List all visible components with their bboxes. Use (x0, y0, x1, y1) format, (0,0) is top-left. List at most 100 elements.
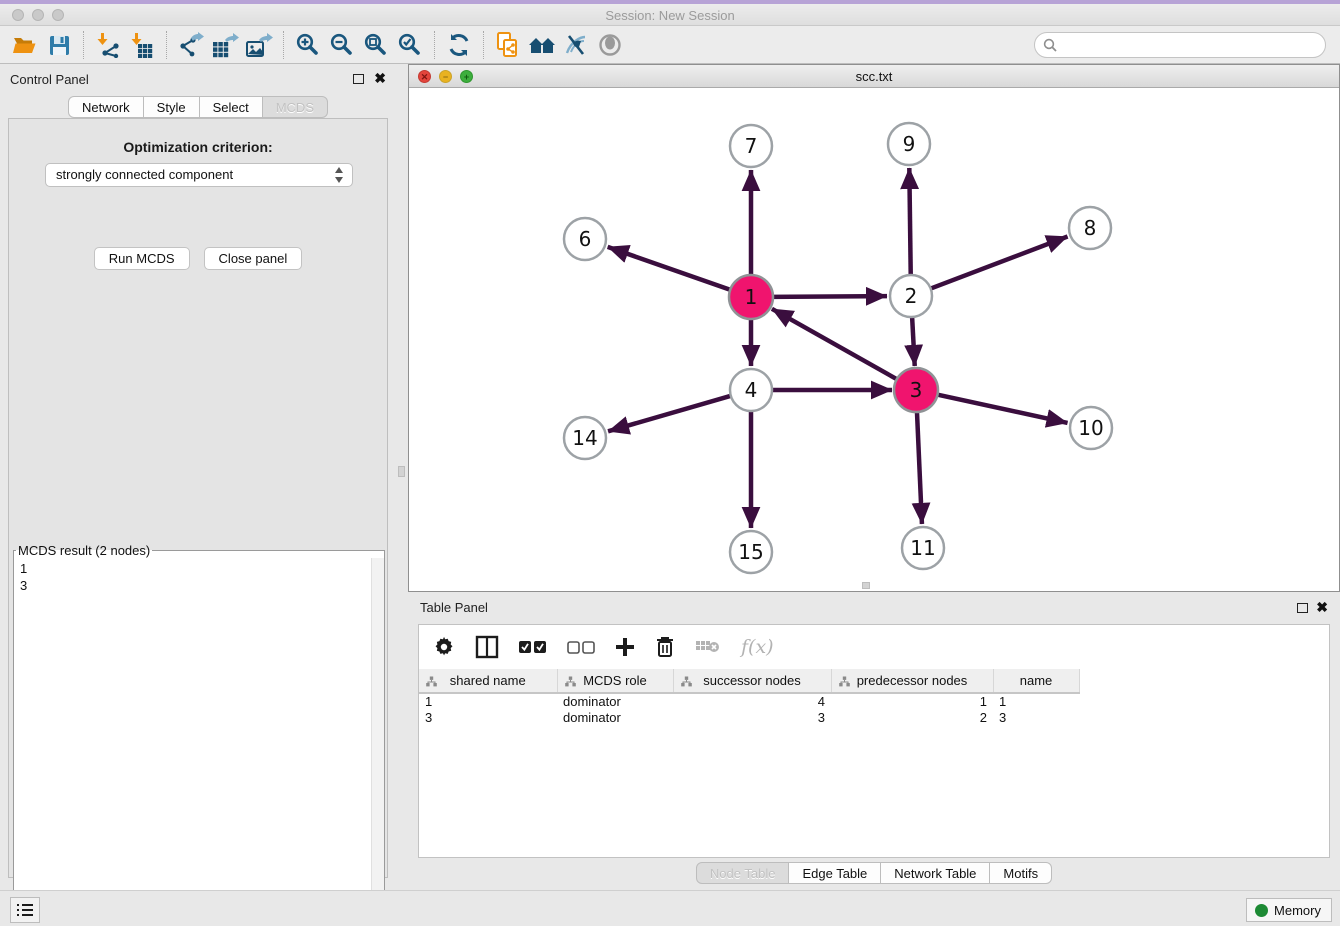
window-titlebar: Session: New Session (0, 4, 1340, 26)
add-column-icon[interactable] (615, 637, 635, 657)
memory-button[interactable]: Memory (1246, 898, 1332, 922)
window-title: Session: New Session (0, 8, 1340, 23)
graph-edge-2-9[interactable] (909, 168, 910, 275)
float-table-panel-icon[interactable] (1297, 603, 1308, 613)
show-all-networks-icon[interactable] (525, 30, 559, 60)
import-network-icon[interactable] (91, 30, 125, 60)
mcds-result-lines: 1 3 (14, 558, 384, 596)
toggle-graphics-details-icon[interactable] (559, 30, 593, 60)
export-network-icon[interactable] (174, 30, 208, 60)
close-panel-icon[interactable]: ✖ (374, 73, 386, 83)
export-image-icon[interactable] (242, 30, 276, 60)
graph-edge-2-8[interactable] (931, 237, 1068, 289)
tab-network-table[interactable]: Network Table (881, 862, 990, 884)
column-header-predecessor-nodes[interactable]: predecessor nodes (831, 669, 993, 693)
panel-splitter-handle[interactable] (398, 466, 405, 477)
graph-node-6[interactable]: 6 (564, 218, 606, 260)
duplicate-network-icon[interactable] (491, 30, 525, 60)
list-icon (16, 903, 34, 917)
canvas-scroll-handle[interactable] (862, 582, 870, 589)
control-panel: Control Panel ✖ Network Style Select MCD… (0, 64, 396, 890)
application-window: Session: New Session (0, 0, 1340, 926)
tab-edge-table[interactable]: Edge Table (789, 862, 881, 884)
zoom-in-icon[interactable] (291, 30, 325, 60)
status-bar: Memory (0, 890, 1340, 926)
graph-edge-3-11[interactable] (917, 411, 922, 524)
cell-successor-nodes[interactable]: 3 (673, 709, 831, 725)
graph-edge-3-1[interactable] (772, 309, 898, 380)
cell-mcds-role[interactable]: dominator (557, 693, 673, 709)
graph-node-11[interactable]: 11 (902, 527, 944, 569)
graph-edge-2-3[interactable] (912, 317, 915, 366)
tab-motifs[interactable]: Motifs (990, 862, 1052, 884)
graph-node-8[interactable]: 8 (1069, 207, 1111, 249)
table-options-icon[interactable] (433, 636, 455, 658)
graph-node-10[interactable]: 10 (1070, 407, 1112, 449)
search-box (1034, 32, 1326, 58)
graph-node-2[interactable]: 2 (890, 275, 932, 317)
cell-successor-nodes[interactable]: 4 (673, 693, 831, 709)
select-all-columns-icon[interactable] (519, 640, 547, 654)
zoom-fit-icon[interactable] (359, 30, 393, 60)
cell-name[interactable]: 1 (993, 693, 1079, 709)
function-builder-icon[interactable]: f(x) (741, 636, 774, 658)
apply-layout-icon[interactable] (442, 30, 476, 60)
column-type-icon (681, 675, 692, 690)
graph-edge-1-2[interactable] (772, 296, 887, 297)
column-header-mcds-role[interactable]: MCDS role (557, 669, 673, 693)
delete-columns-icon[interactable] (655, 636, 675, 658)
graph-node-3[interactable]: 3 (894, 368, 938, 412)
close-table-panel-icon[interactable]: ✖ (1316, 602, 1328, 612)
tab-mcds[interactable]: MCDS (263, 96, 328, 118)
svg-text:6: 6 (579, 227, 592, 251)
show-column-panel-icon[interactable] (475, 635, 499, 659)
graph-edge-3-10[interactable] (937, 394, 1068, 422)
task-history-button[interactable] (10, 897, 40, 923)
table-row[interactable]: 1 dominator 4 1 1 (419, 693, 1079, 709)
cell-name[interactable]: 3 (993, 709, 1079, 725)
column-header-name[interactable]: name (993, 669, 1079, 693)
zoom-out-icon[interactable] (325, 30, 359, 60)
column-header-shared-name[interactable]: shared name (419, 669, 557, 693)
save-session-icon[interactable] (42, 30, 76, 60)
delete-table-icon[interactable] (695, 639, 721, 655)
close-panel-button[interactable]: Close panel (204, 247, 303, 270)
svg-text:9: 9 (903, 132, 916, 156)
graph-node-7[interactable]: 7 (730, 125, 772, 167)
mcds-panel: Optimization criterion: strongly connect… (8, 118, 388, 878)
graph-node-1[interactable]: 1 (729, 275, 773, 319)
open-session-icon[interactable] (8, 30, 42, 60)
search-input[interactable] (1034, 32, 1326, 58)
float-panel-icon[interactable] (353, 74, 364, 84)
tab-select[interactable]: Select (200, 96, 263, 118)
graph-node-14[interactable]: 14 (564, 417, 606, 459)
cell-predecessor-nodes[interactable]: 1 (831, 693, 993, 709)
network-canvas[interactable]: 7 9 6 8 1 2 4 3 14 10 15 11 (409, 88, 1339, 591)
tab-style[interactable]: Style (144, 96, 200, 118)
import-table-icon[interactable] (125, 30, 159, 60)
graph-node-9[interactable]: 9 (888, 123, 930, 165)
graph-edge-4-14[interactable] (608, 396, 731, 432)
cell-shared-name[interactable]: 3 (419, 709, 557, 725)
optimization-criterion-label: Optimization criterion: (9, 139, 387, 155)
birds-eye-view-icon[interactable] (593, 30, 627, 60)
toolbar-separator (83, 31, 84, 59)
cell-shared-name[interactable]: 1 (419, 693, 557, 709)
graph-node-4[interactable]: 4 (730, 369, 772, 411)
mcds-result-area[interactable]: 1 3 (14, 558, 384, 924)
tab-network[interactable]: Network (68, 96, 144, 118)
tab-node-table[interactable]: Node Table (696, 862, 790, 884)
graph-node-15[interactable]: 15 (730, 531, 772, 573)
cell-predecessor-nodes[interactable]: 2 (831, 709, 993, 725)
result-scrollbar[interactable] (371, 558, 384, 924)
unselect-all-columns-icon[interactable] (567, 640, 595, 654)
run-mcds-button[interactable]: Run MCDS (94, 247, 190, 270)
zoom-selected-icon[interactable] (393, 30, 427, 60)
export-table-icon[interactable] (208, 30, 242, 60)
cell-mcds-role[interactable]: dominator (557, 709, 673, 725)
control-panel-tabs: Network Style Select MCDS (0, 96, 396, 118)
column-header-successor-nodes[interactable]: successor nodes (673, 669, 831, 693)
table-row[interactable]: 3 dominator 3 2 3 (419, 709, 1079, 725)
criterion-select[interactable]: strongly connected component (45, 163, 353, 187)
graph-edge-1-6[interactable] (608, 247, 732, 290)
